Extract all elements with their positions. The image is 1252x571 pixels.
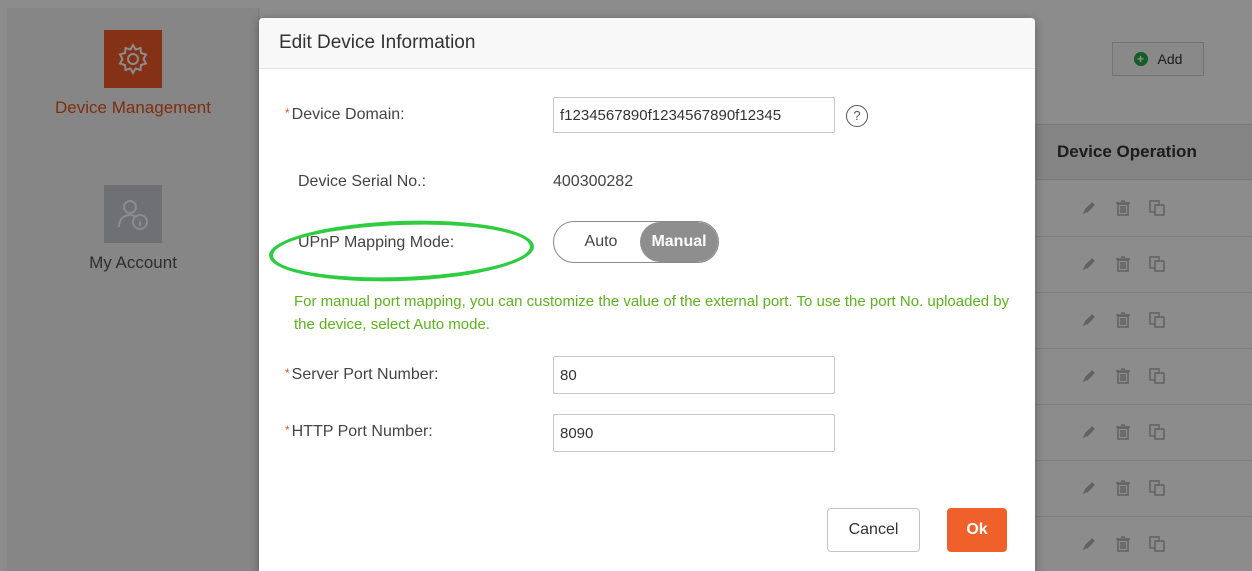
- cancel-button[interactable]: Cancel: [827, 508, 920, 552]
- toggle-option-manual[interactable]: Manual: [640, 222, 718, 262]
- http-port-label-text: HTTP Port Number:: [291, 423, 433, 440]
- highlight-annotation: [268, 216, 535, 286]
- server-port-label-text: Server Port Number:: [291, 366, 439, 383]
- ok-button[interactable]: Ok: [947, 508, 1007, 552]
- server-port-label: * Server Port Number:: [285, 366, 438, 384]
- dialog-header: Edit Device Information: [259, 18, 1035, 69]
- required-mark: *: [285, 106, 290, 120]
- manual-mapping-hint: For manual port mapping, you can customi…: [294, 293, 1010, 333]
- device-domain-input[interactable]: [553, 97, 835, 133]
- toggle-option-auto[interactable]: Auto: [554, 222, 640, 262]
- device-domain-label: * Device Domain:: [285, 106, 405, 124]
- device-serial-label: Device Serial No.:: [298, 173, 427, 190]
- required-mark: *: [285, 423, 290, 437]
- required-mark: *: [285, 366, 290, 380]
- device-serial-value: 400300282: [553, 173, 634, 190]
- http-port-input[interactable]: [553, 414, 835, 452]
- upnp-mapping-toggle[interactable]: Auto Manual: [553, 221, 719, 263]
- server-port-input[interactable]: [553, 356, 835, 394]
- edit-device-dialog: Edit Device Information * Device Domain: …: [259, 18, 1035, 571]
- help-icon[interactable]: ?: [846, 105, 868, 127]
- http-port-label: * HTTP Port Number:: [285, 423, 433, 441]
- dialog-title: Edit Device Information: [279, 32, 476, 53]
- device-domain-label-text: Device Domain:: [291, 106, 405, 123]
